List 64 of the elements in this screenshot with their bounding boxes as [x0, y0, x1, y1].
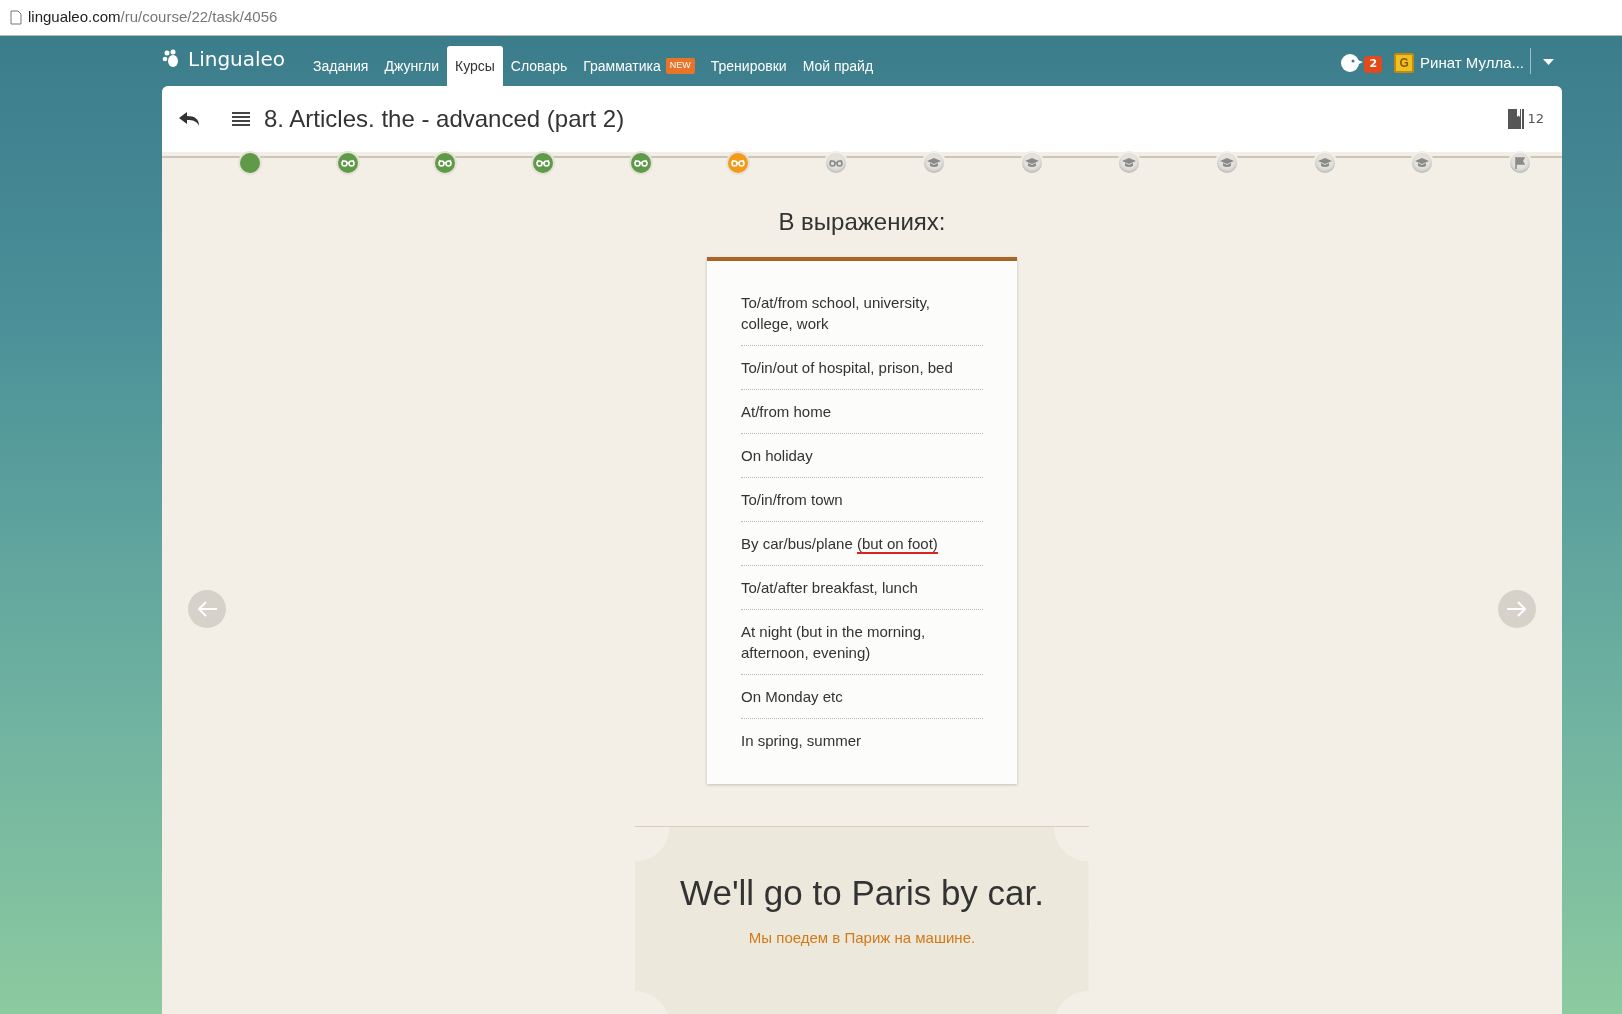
graduation-cap-icon — [1415, 158, 1430, 168]
next-button[interactable] — [1498, 590, 1536, 628]
graduation-cap-icon — [1024, 158, 1039, 168]
word-count: 12 — [1527, 110, 1544, 129]
graduation-cap-icon — [1122, 158, 1137, 168]
graduation-cap-icon — [1219, 158, 1234, 168]
progress-step[interactable] — [240, 153, 260, 173]
glasses-icon — [438, 159, 453, 167]
progress-step[interactable] — [630, 153, 651, 173]
progress-step[interactable] — [337, 153, 358, 173]
nav-tab[interactable]: Словарь — [502, 46, 576, 86]
example-translation: Мы поедем в Париж на машине. — [747, 928, 977, 949]
expression-item: At night (but in the morning, afternoon, evening) — [741, 609, 983, 675]
progress-step[interactable] — [923, 153, 944, 173]
progress-step[interactable] — [1021, 153, 1042, 173]
graduation-cap-icon — [1317, 158, 1332, 168]
new-badge: NEW — [665, 58, 695, 74]
back-arrow-icon[interactable] — [178, 111, 200, 127]
glasses-icon — [829, 159, 844, 167]
expression-item: On Monday etc — [741, 674, 983, 719]
nav-tab[interactable]: Тренировки — [702, 46, 795, 86]
left-arrow-icon — [196, 600, 218, 618]
nav-tab[interactable]: Курсы — [447, 46, 503, 86]
expression-item: By car/bus/plane (but on foot) — [741, 521, 983, 566]
glasses-icon — [340, 159, 355, 167]
level-icon: G — [1394, 52, 1415, 73]
user-menu[interactable]: G Ринат Мулла... — [1388, 50, 1530, 86]
progress-step[interactable] — [533, 153, 554, 173]
progress-step[interactable] — [1314, 153, 1335, 173]
brand-name[interactable]: Lingualeo — [188, 44, 286, 74]
list-icon[interactable] — [232, 112, 250, 126]
previous-button[interactable] — [188, 590, 226, 628]
nav-tab[interactable]: Грамматика NEW — [575, 46, 703, 86]
nav-tab[interactable]: Джунгли — [376, 46, 447, 86]
section-heading: В выражениях: — [778, 208, 946, 237]
example-sentence: We'll go to Paris by car. — [679, 871, 1045, 914]
progress-step[interactable] — [728, 153, 749, 173]
lesson-title: 8. Articles. the - advanced (part 2) — [264, 104, 625, 134]
glasses-icon — [731, 159, 746, 167]
address-url[interactable]: lingualeo.com/ru/course/22/task/4056 — [28, 6, 278, 29]
caret-icon — [1543, 58, 1554, 65]
progress-step[interactable] — [1119, 153, 1140, 173]
progress-step[interactable] — [1412, 153, 1433, 173]
progress-step[interactable] — [435, 153, 456, 173]
right-arrow-icon — [1506, 600, 1528, 618]
graduation-cap-icon — [926, 158, 941, 168]
page-icon — [10, 10, 22, 25]
expression-item: To/at/from school, university, college, work — [741, 280, 983, 346]
progress-step[interactable] — [1509, 153, 1530, 173]
expression-item: On holiday — [741, 433, 983, 478]
notification-count: 2 — [1364, 56, 1383, 73]
progress-step[interactable] — [1216, 153, 1237, 173]
expression-item: To/at/after breakfast, lunch — [741, 565, 983, 610]
expression-item: To/in/from town — [741, 477, 983, 522]
expression-item: To/in/out of hospital, prison, bed — [741, 345, 983, 390]
progress-step[interactable] — [826, 153, 847, 173]
nav-tab[interactable]: Задания — [305, 46, 377, 86]
glasses-icon — [633, 159, 648, 167]
flag-icon — [1514, 157, 1525, 169]
glasses-icon — [536, 159, 551, 167]
expression-item: At/from home — [741, 389, 983, 434]
book-icon — [1508, 109, 1525, 129]
expression-item: In spring, summer — [741, 730, 863, 751]
nav-tab[interactable]: Мой прайд — [794, 46, 882, 86]
